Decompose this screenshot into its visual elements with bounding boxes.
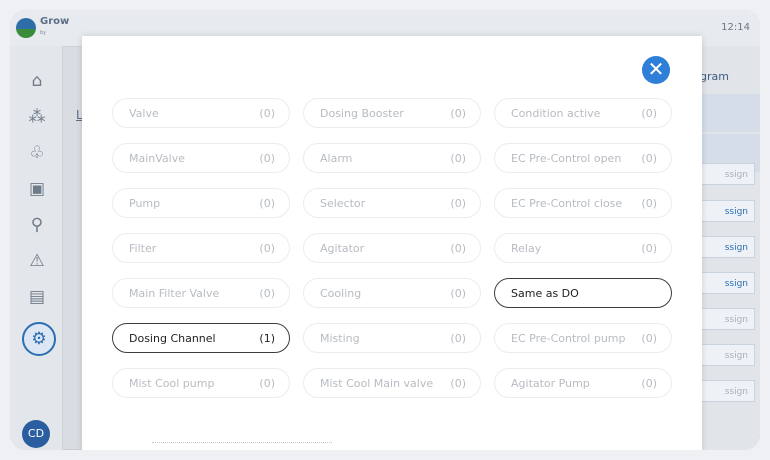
option-label: Pump bbox=[129, 196, 161, 210]
option-label: Agitator Pump bbox=[511, 376, 590, 390]
option-count: (0) bbox=[641, 196, 657, 210]
option-count: (0) bbox=[259, 376, 275, 390]
output-type-option[interactable]: Pump (0) bbox=[112, 188, 290, 218]
option-label: Mist Cool pump bbox=[129, 376, 215, 390]
program-tab-label: gram bbox=[700, 70, 729, 83]
output-type-option[interactable]: Misting (0) bbox=[303, 323, 481, 353]
rpm-icon[interactable]: ▣ bbox=[26, 178, 48, 200]
output-type-option[interactable]: Condition active (0) bbox=[494, 98, 672, 128]
option-count: (0) bbox=[641, 106, 657, 120]
option-label: Valve bbox=[129, 106, 159, 120]
output-type-option[interactable]: Agitator Pump (0) bbox=[494, 368, 672, 398]
output-type-option[interactable]: Relay (0) bbox=[494, 233, 672, 263]
assign-button: ssign bbox=[695, 380, 755, 402]
output-type-option[interactable]: Mist Cool Main valve (0) bbox=[303, 368, 481, 398]
option-label: Cooling bbox=[320, 286, 362, 300]
clock: 12:14 bbox=[721, 22, 750, 33]
option-label: EC Pre-Control close bbox=[511, 196, 623, 210]
modal-footer-divider bbox=[152, 442, 332, 447]
option-label: Main Filter Valve bbox=[129, 286, 220, 300]
output-type-option[interactable]: Valve (0) bbox=[112, 98, 290, 128]
output-type-grid: Valve (0) Dosing Booster (0) Condition activ… bbox=[112, 98, 684, 398]
option-count: (0) bbox=[450, 241, 466, 255]
option-count: (0) bbox=[450, 106, 466, 120]
output-type-dialog: ✕ Valve (0) Dosing Booster (0) Condition act… bbox=[82, 36, 702, 450]
assign-button: ssign bbox=[695, 236, 755, 258]
output-type-option[interactable]: Selector (0) bbox=[303, 188, 481, 218]
plant-icon[interactable]: ♧ bbox=[26, 142, 48, 164]
assign-button: ssign bbox=[695, 163, 755, 185]
option-count: (0) bbox=[641, 376, 657, 390]
output-type-option[interactable]: Main Filter Valve (0) bbox=[112, 278, 290, 308]
assign-button: ssign bbox=[695, 272, 755, 294]
option-count: (1) bbox=[259, 331, 275, 345]
logo-text: Grow bbox=[40, 16, 70, 27]
output-type-option[interactable]: EC Pre-Control pump (0) bbox=[494, 323, 672, 353]
option-label: EC Pre-Control open bbox=[511, 151, 622, 165]
option-label: Same as DO bbox=[511, 286, 579, 300]
output-type-option[interactable]: Mist Cool pump (0) bbox=[112, 368, 290, 398]
close-icon: ✕ bbox=[647, 57, 665, 81]
app-window: Grow by 12:14 ⌂ ⁂ ♧ ▣ ⚲ ⚠ ▤ ⚙ CD L gram … bbox=[10, 10, 760, 450]
output-type-option[interactable]: Dosing Channel (1) bbox=[112, 323, 290, 353]
output-type-option[interactable]: Same as DO bbox=[494, 278, 672, 308]
option-label: Misting bbox=[320, 331, 360, 345]
logo-subtext: by bbox=[40, 30, 47, 36]
option-label: Agitator bbox=[320, 241, 365, 255]
layout-icon[interactable]: ▤ bbox=[26, 286, 48, 308]
option-label: Dosing Channel bbox=[129, 331, 216, 345]
assign-button: ssign bbox=[695, 200, 755, 222]
output-type-option[interactable]: EC Pre-Control open (0) bbox=[494, 143, 672, 173]
output-type-option[interactable]: Dosing Booster (0) bbox=[303, 98, 481, 128]
option-count: (0) bbox=[259, 151, 275, 165]
option-count: (0) bbox=[450, 376, 466, 390]
hierarchy-icon[interactable]: ⚲ bbox=[26, 214, 48, 236]
logo-icon bbox=[16, 18, 36, 38]
network-icon[interactable]: ⁂ bbox=[26, 106, 48, 128]
option-count: (0) bbox=[450, 151, 466, 165]
option-label: Filter bbox=[129, 241, 157, 255]
output-type-option[interactable]: EC Pre-Control close (0) bbox=[494, 188, 672, 218]
option-count: (0) bbox=[259, 286, 275, 300]
output-type-option[interactable]: Cooling (0) bbox=[303, 278, 481, 308]
option-count: (0) bbox=[259, 106, 275, 120]
option-label: MainValve bbox=[129, 151, 186, 165]
option-count: (0) bbox=[450, 286, 466, 300]
output-type-option[interactable]: Agitator (0) bbox=[303, 233, 481, 263]
assign-button: ssign bbox=[695, 344, 755, 366]
close-button[interactable]: ✕ bbox=[642, 56, 670, 84]
option-count: (0) bbox=[259, 196, 275, 210]
output-type-option[interactable]: Filter (0) bbox=[112, 233, 290, 263]
option-count: (0) bbox=[450, 331, 466, 345]
assign-button: ssign bbox=[695, 308, 755, 330]
warning-icon[interactable]: ⚠ bbox=[26, 250, 48, 272]
option-label: Condition active bbox=[511, 106, 601, 120]
sidebar: ⌂ ⁂ ♧ ▣ ⚲ ⚠ ▤ ⚙ CD bbox=[10, 46, 63, 450]
option-label: Selector bbox=[320, 196, 366, 210]
output-type-option[interactable]: MainValve (0) bbox=[112, 143, 290, 173]
option-label: Alarm bbox=[320, 151, 353, 165]
home-icon[interactable]: ⌂ bbox=[26, 70, 48, 92]
settings-icon[interactable]: ⚙ bbox=[22, 322, 56, 356]
option-count: (0) bbox=[259, 241, 275, 255]
option-count: (0) bbox=[641, 151, 657, 165]
option-label: Relay bbox=[511, 241, 542, 255]
option-label: Dosing Booster bbox=[320, 106, 404, 120]
output-type-option[interactable]: Alarm (0) bbox=[303, 143, 481, 173]
option-count: (0) bbox=[641, 331, 657, 345]
avatar[interactable]: CD bbox=[22, 420, 50, 448]
option-count: (0) bbox=[450, 196, 466, 210]
option-label: EC Pre-Control pump bbox=[511, 331, 626, 345]
option-count: (0) bbox=[641, 241, 657, 255]
option-label: Mist Cool Main valve bbox=[320, 376, 434, 390]
